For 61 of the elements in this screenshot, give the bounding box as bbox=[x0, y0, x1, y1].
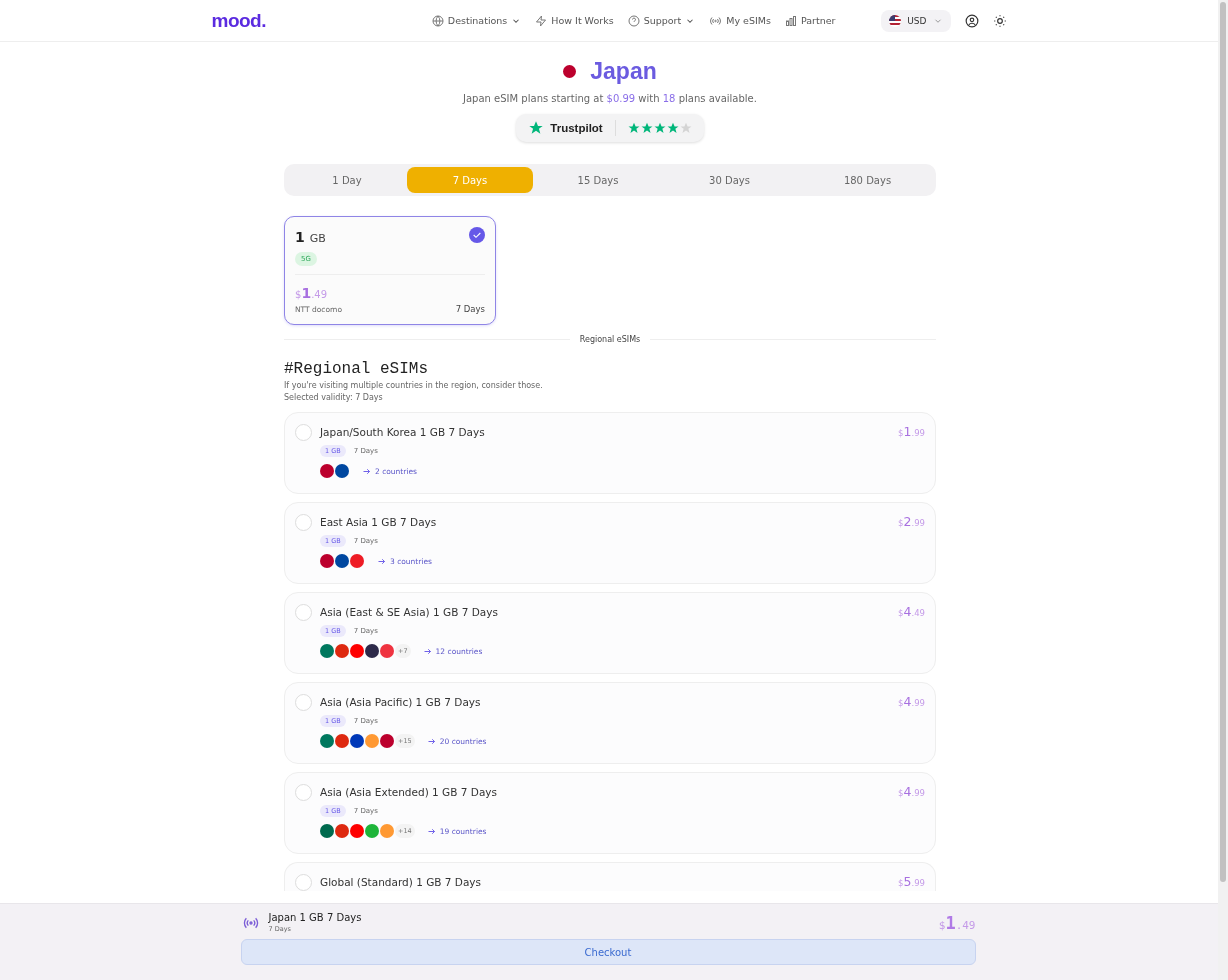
radio-button[interactable] bbox=[295, 424, 312, 441]
radio-button[interactable] bbox=[295, 784, 312, 801]
duration-tab[interactable]: 30 Days bbox=[663, 167, 796, 193]
subtitle: Japan eSIM plans starting at $0.99 with 18 plans available. bbox=[463, 93, 757, 104]
nav-link[interactable]: My eSIMs bbox=[709, 14, 771, 27]
plan-title: Japan/South Korea 1 GB 7 Days bbox=[320, 425, 485, 438]
trustpilot-label: Trustpilot bbox=[550, 122, 603, 134]
globe-icon bbox=[431, 14, 444, 27]
country-title: Japan bbox=[590, 58, 657, 85]
currency-selector[interactable]: USD bbox=[881, 9, 951, 32]
data-amount: 1 bbox=[295, 229, 305, 245]
flag-icon bbox=[563, 65, 577, 78]
radio-button[interactable] bbox=[295, 874, 312, 891]
logo[interactable]: mood. bbox=[211, 9, 266, 32]
data-unit: GB bbox=[309, 232, 326, 245]
plan-title: Asia (East & SE Asia) 1 GB 7 Days bbox=[320, 605, 498, 618]
bar-chart-icon bbox=[784, 14, 797, 27]
arrow-right-icon bbox=[362, 466, 371, 476]
duration-tab[interactable]: 15 Days bbox=[533, 167, 663, 193]
us-flag-icon bbox=[889, 14, 902, 27]
plan-title: Global (Standard) 1 GB 7 Days bbox=[320, 875, 482, 888]
signal-icon bbox=[709, 14, 723, 27]
section-divider-label: Regional eSIMs bbox=[579, 335, 641, 344]
summary-title: Japan 1 GB 7 Days bbox=[268, 912, 363, 923]
total-price: $1.49 bbox=[938, 912, 976, 933]
scrollbar[interactable] bbox=[1218, 0, 1228, 980]
plan-title: East Asia 1 GB 7 Days bbox=[320, 515, 437, 528]
plan-price: $4.49 bbox=[898, 604, 925, 619]
sun-icon[interactable] bbox=[992, 13, 1007, 28]
plan-price: $5.99 bbox=[898, 874, 925, 889]
duration-tab[interactable]: 1 Day bbox=[287, 167, 407, 193]
section-heading: #Regional eSIMs bbox=[284, 360, 430, 378]
arrow-right-icon bbox=[426, 826, 436, 836]
plan-title: Asia (Asia Pacific) 1 GB 7 Days bbox=[320, 695, 481, 708]
arrow-right-icon bbox=[377, 556, 386, 566]
nav-link[interactable]: Partner bbox=[784, 14, 836, 27]
user-icon[interactable] bbox=[964, 13, 979, 28]
plan-title: Asia (Asia Extended) 1 GB 7 Days bbox=[320, 785, 497, 798]
plan-price: $2.99 bbox=[898, 514, 925, 529]
nav-link[interactable]: Destinations bbox=[431, 14, 522, 27]
radio-button[interactable] bbox=[295, 604, 312, 621]
validity-text: 7 Days bbox=[455, 304, 485, 314]
star-icon bbox=[528, 120, 545, 136]
nav-link[interactable]: How It Works bbox=[535, 14, 614, 27]
plan-price: $4.99 bbox=[898, 694, 925, 709]
radio-button[interactable] bbox=[295, 694, 312, 711]
plan-price: $4.99 bbox=[898, 784, 925, 799]
arrow-right-icon bbox=[426, 736, 436, 746]
validity-note: Selected validity: 7 Days bbox=[284, 393, 384, 402]
trustpilot-badge[interactable]: Trustpilot bbox=[516, 114, 704, 142]
duration-tab[interactable]: 180 Days bbox=[796, 167, 939, 193]
section-description: If you're visiting multiple countries in the region, consider those. bbox=[284, 381, 544, 390]
checkout-button[interactable]: Checkout bbox=[240, 939, 976, 965]
plan-price: $1.49 bbox=[295, 285, 329, 301]
regional-plan-card[interactable]: Global (Standard) 1 GB 7 Days $5.99 bbox=[284, 862, 936, 891]
radio-button[interactable] bbox=[295, 514, 312, 531]
arrow-right-icon bbox=[422, 646, 432, 656]
nav-link[interactable]: Support bbox=[627, 14, 696, 27]
help-icon bbox=[627, 14, 640, 27]
lightning-icon bbox=[535, 14, 548, 27]
plan-price: $1.99 bbox=[898, 424, 925, 439]
